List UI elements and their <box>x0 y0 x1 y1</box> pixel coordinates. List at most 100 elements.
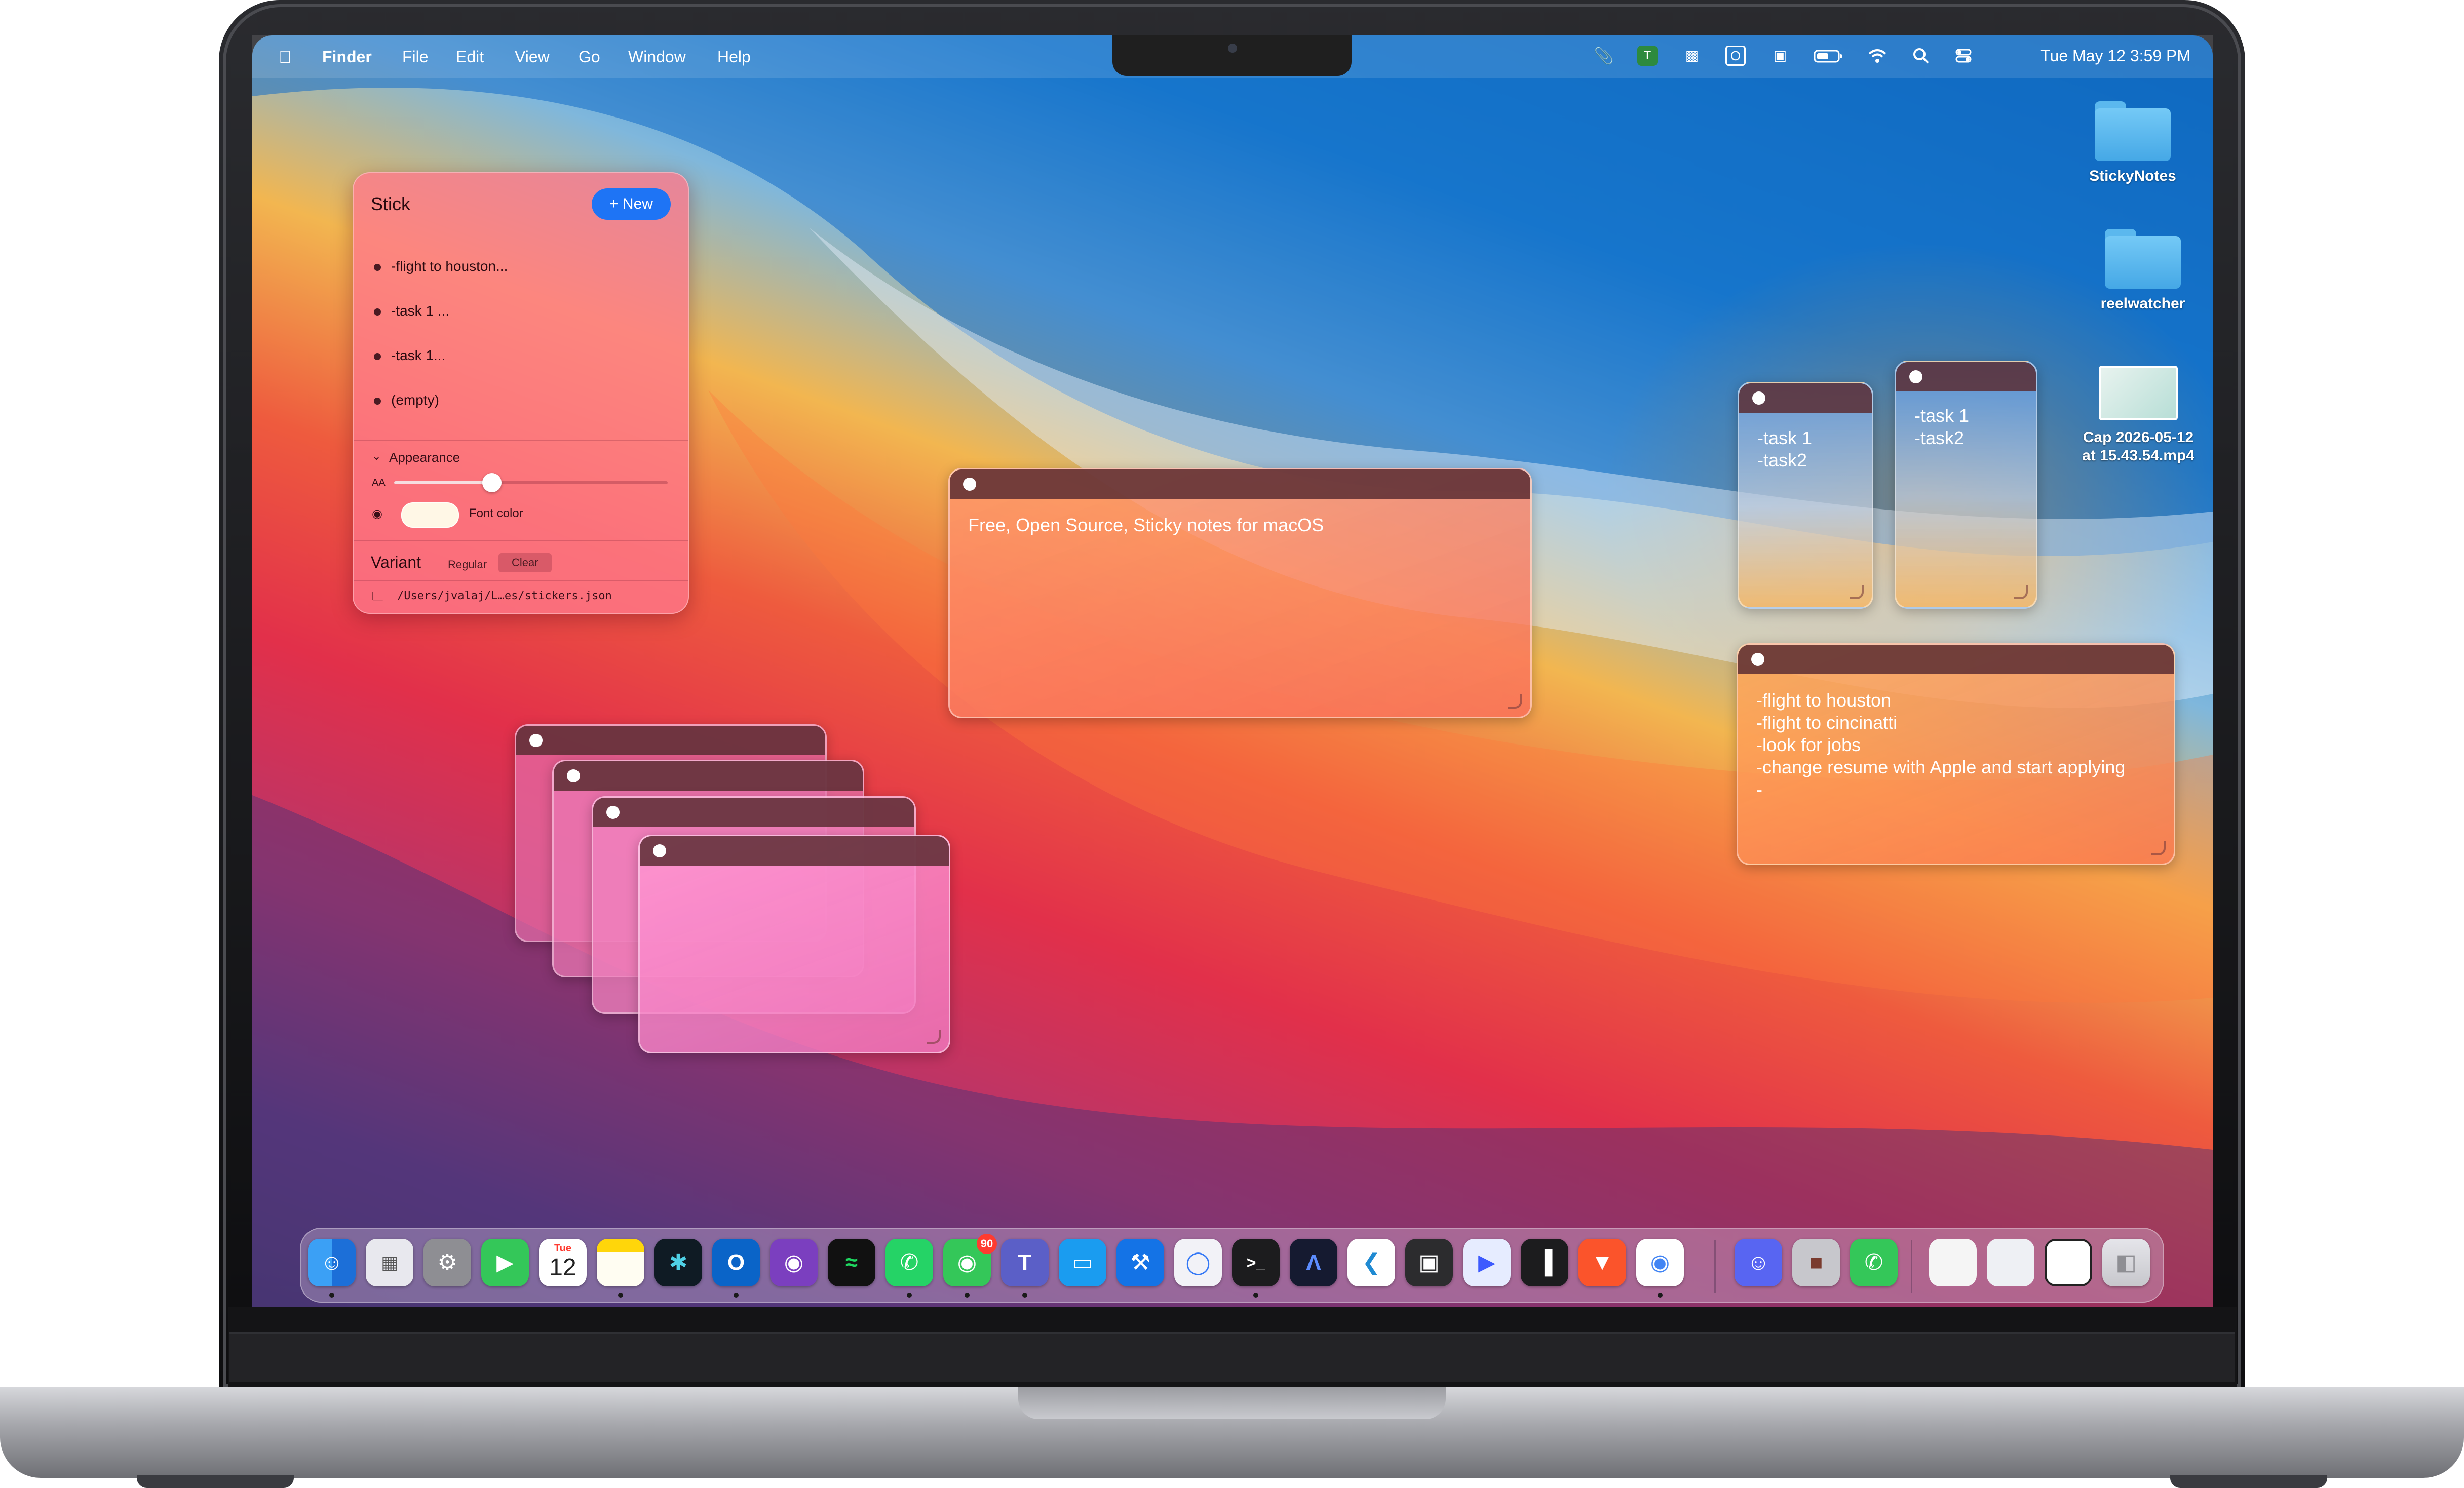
storage-path-label[interactable]: /Users/jvalaj/L…es/stickers.json <box>397 590 612 602</box>
arc-icon[interactable]: Λ <box>1290 1239 1337 1286</box>
notes-icon[interactable] <box>597 1239 644 1286</box>
launchpad-icon[interactable]: ▦ <box>366 1239 413 1286</box>
font-size-slider-knob[interactable] <box>482 473 502 492</box>
close-dot-icon[interactable] <box>1751 653 1764 666</box>
copilot-icon[interactable]: ✱ <box>654 1239 702 1286</box>
safari-icon[interactable]: ◯ <box>1174 1239 1222 1286</box>
variant-regular-option[interactable]: Regular <box>444 556 491 573</box>
resize-handle-icon[interactable] <box>1508 694 1522 709</box>
sticky-note-text[interactable]: -task 1 -task2 <box>1757 427 1812 472</box>
desktop-file-video[interactable]: Cap 2026-05-12 at 15.43.54.mp4 <box>2070 366 2207 465</box>
screen-icon[interactable]: ▶ <box>1463 1239 1511 1286</box>
phone-icon[interactable]: ✆ <box>1850 1239 1898 1286</box>
apple-menu-icon[interactable]:  <box>279 48 292 67</box>
control-center-icon[interactable] <box>1953 46 1974 66</box>
chevron-down-icon[interactable]: ⌄ <box>372 450 381 463</box>
stats-icon[interactable]: ▐ <box>1521 1239 1568 1286</box>
sticky-title-bar[interactable] <box>640 836 949 866</box>
bullet-icon <box>374 397 381 405</box>
recent1-icon[interactable] <box>1929 1239 1977 1286</box>
menu-go[interactable]: Go <box>579 48 600 66</box>
wifi-icon[interactable] <box>1867 46 1888 66</box>
sticky-note-task-a[interactable]: -task 1 -task2 <box>1738 382 1873 609</box>
new-note-button[interactable]: + New <box>592 188 671 220</box>
simulator-icon[interactable]: ▭ <box>1059 1239 1106 1286</box>
resize-handle-icon[interactable] <box>927 1030 941 1044</box>
desktop-folder-stickynotes[interactable]: StickyNotes <box>2082 101 2183 185</box>
recent2-icon[interactable] <box>1987 1239 2034 1286</box>
note-list-item[interactable]: -flight to houston... <box>374 258 508 275</box>
note-list-item[interactable]: (empty) <box>374 392 439 408</box>
sticky-note-text[interactable]: -flight to houston -flight to cincinatti… <box>1756 689 2125 801</box>
sticky-note-task-b[interactable]: -task 1 -task2 <box>1895 361 2037 609</box>
search-icon[interactable] <box>1911 46 1931 66</box>
close-dot-icon[interactable] <box>963 478 976 491</box>
resize-handle-icon[interactable] <box>2151 841 2166 855</box>
menu-view[interactable]: View <box>515 48 550 66</box>
menu-edit[interactable]: Edit <box>456 48 484 66</box>
teams-icon[interactable]: T <box>1637 46 1658 66</box>
close-dot-icon[interactable] <box>529 734 543 747</box>
recent3-icon[interactable] <box>2045 1239 2092 1286</box>
menu-window[interactable]: Window <box>628 48 686 66</box>
teams-icon[interactable]: T <box>1001 1239 1049 1286</box>
messages-icon[interactable]: ◉ 90 <box>943 1234 997 1286</box>
blocks-icon[interactable]: ▣ <box>1405 1239 1453 1286</box>
menu-help[interactable]: Help <box>717 48 751 66</box>
trash-icon[interactable]: ◧ <box>2102 1239 2150 1286</box>
sticky-note-main[interactable]: Free, Open Source, Sticky notes for macO… <box>948 468 1532 718</box>
sticky-note-stack-4[interactable] <box>638 835 950 1053</box>
finder-icon[interactable]: ☺ <box>308 1239 356 1286</box>
brave-icon[interactable]: ▼ <box>1578 1239 1626 1286</box>
paperclip-icon[interactable]: 📎 <box>1594 46 1614 66</box>
sticky-title-bar[interactable] <box>1738 645 2174 674</box>
close-dot-icon[interactable] <box>567 769 580 782</box>
messages-badge: 90 <box>977 1234 997 1254</box>
sticky-note-travel[interactable]: -flight to houston -flight to cincinatti… <box>1737 643 2175 865</box>
app-menu-finder[interactable]: Finder <box>322 48 372 66</box>
calendar-icon[interactable]: Tue 12 <box>539 1239 587 1286</box>
sticky-title-bar[interactable] <box>516 726 825 755</box>
outlook-icon[interactable]: O <box>712 1239 760 1286</box>
vscode-icon[interactable]: ❮ <box>1348 1239 1395 1286</box>
variant-clear-option[interactable]: Clear <box>498 553 552 572</box>
note-list-item-label: -task 1... <box>391 347 446 363</box>
spotify-icon[interactable]: ≈ <box>828 1239 875 1286</box>
sticky-note-text[interactable]: Free, Open Source, Sticky notes for macO… <box>968 514 1324 536</box>
note-list-item-label: -flight to houston... <box>391 258 508 274</box>
menu-bar-clock[interactable]: Tue May 12 3:59 PM <box>2040 47 2190 65</box>
close-dot-icon[interactable] <box>1909 370 1922 383</box>
font-color-swatch[interactable] <box>401 502 459 528</box>
note-list-item[interactable]: -task 1 ... <box>374 303 449 319</box>
desktop-folder-reelwatcher[interactable]: reelwatcher <box>2092 229 2193 313</box>
close-dot-icon[interactable] <box>653 844 666 857</box>
resize-handle-icon[interactable] <box>2014 585 2028 599</box>
whatsapp-icon[interactable]: ✆ <box>885 1239 933 1286</box>
palette-icon: ◉ <box>372 507 382 521</box>
close-dot-icon[interactable] <box>1752 391 1765 405</box>
sticky-note-text[interactable]: -task 1 -task2 <box>1914 405 1969 449</box>
display-icon[interactable]: ▣ <box>1770 46 1790 66</box>
terminal-icon[interactable]: >_ <box>1232 1239 1280 1286</box>
note-list-item[interactable]: -task 1... <box>374 347 445 364</box>
contacts-icon[interactable]: ■ <box>1792 1239 1840 1286</box>
clapper-icon[interactable]: ▩ <box>1682 46 1702 66</box>
discord-icon[interactable]: ☺ <box>1735 1239 1782 1286</box>
laptop-chin-strip <box>229 1332 2235 1382</box>
github-icon[interactable]: ◉ <box>770 1239 818 1286</box>
appearance-section-label[interactable]: Appearance <box>389 450 460 465</box>
resize-handle-icon[interactable] <box>1850 585 1864 599</box>
running-indicator <box>329 1293 334 1298</box>
sticky-title-bar[interactable] <box>554 761 863 791</box>
chrome-icon[interactable]: ◉ <box>1636 1239 1684 1286</box>
close-dot-icon[interactable] <box>606 806 620 819</box>
battery-icon[interactable] <box>1814 46 1844 66</box>
xcode-icon[interactable]: ⚒ <box>1116 1239 1164 1286</box>
dock: ☺ ▦ ⚙ ▶ Tue 12 ✱ O ◉ ≈ ✆ ◉ 90 T ▭ ⚒ ◯ >_ … <box>300 1228 2164 1303</box>
menu-file[interactable]: File <box>402 48 429 66</box>
facetime-icon[interactable]: ▶ <box>481 1239 529 1286</box>
settings-icon[interactable]: ⚙ <box>423 1239 471 1286</box>
outlook-icon[interactable]: O <box>1725 46 1746 66</box>
sticky-title-bar[interactable] <box>593 798 914 827</box>
sticky-title-bar[interactable] <box>950 469 1530 499</box>
